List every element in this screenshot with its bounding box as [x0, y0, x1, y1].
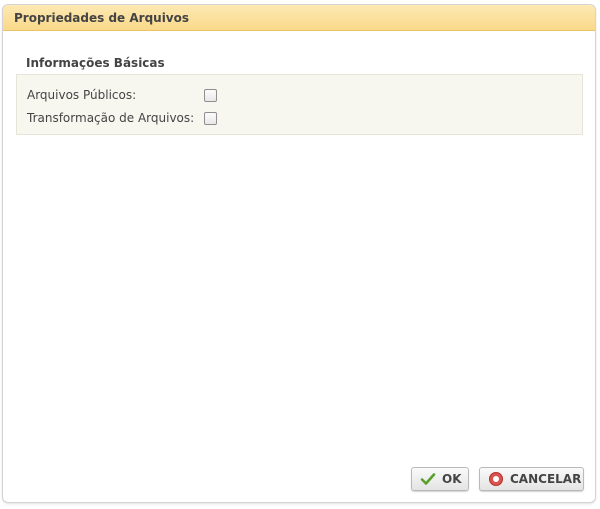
cancel-button[interactable]: CANCELAR	[479, 467, 584, 491]
public-files-row: Arquivos Públicos:	[27, 87, 217, 103]
public-files-label: Arquivos Públicos:	[27, 88, 137, 102]
dialog-titlebar[interactable]: Propriedades de Arquivos	[3, 5, 595, 31]
file-transformation-label: Transformação de Arquivos:	[27, 111, 195, 125]
public-files-checkbox[interactable]	[204, 88, 217, 102]
ok-button[interactable]: OK	[411, 467, 469, 491]
ok-button-label: OK	[442, 472, 462, 486]
file-transformation-row: Transformação de Arquivos:	[27, 110, 217, 126]
cancel-button-label: CANCELAR	[510, 472, 582, 486]
cancel-circle-icon	[488, 471, 504, 487]
file-properties-dialog: Propriedades de Arquivos Informações Bás…	[2, 4, 596, 503]
section-title: Informações Básicas	[26, 56, 165, 70]
dialog-title: Propriedades de Arquivos	[14, 11, 190, 25]
basic-info-fieldset: Arquivos Públicos: Transformação de Arqu…	[16, 74, 583, 135]
file-transformation-checkbox[interactable]	[204, 111, 217, 125]
checkmark-icon	[420, 471, 436, 487]
